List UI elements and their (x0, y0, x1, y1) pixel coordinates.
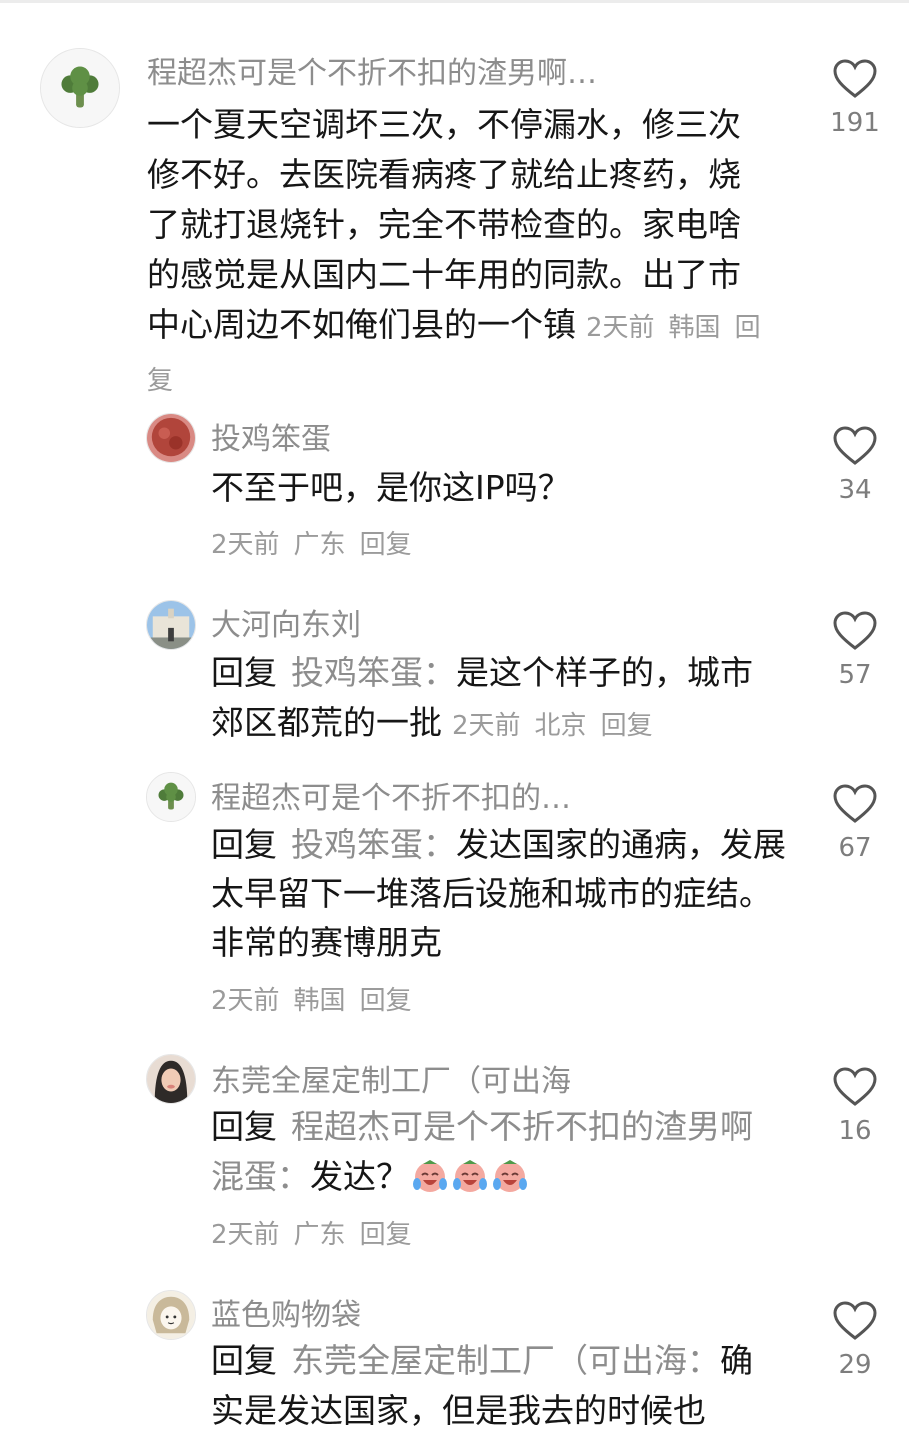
avatar[interactable] (40, 48, 120, 128)
like-count: 16 (838, 1116, 872, 1146)
reply-target-user[interactable]: 投鸡笨蛋： (291, 653, 456, 692)
reply-button[interactable]: 回复 (601, 711, 653, 741)
heart-outline-icon (833, 426, 877, 465)
comment-meta: 2天前 韩国 回复 (211, 980, 426, 1017)
reply-prefix: 回复 (211, 825, 277, 864)
crying-laughing-emoji (453, 1160, 487, 1192)
top-divider (0, 0, 909, 3)
like-button[interactable]: 16 (820, 1066, 890, 1146)
like-button[interactable]: 34 (820, 425, 890, 505)
comment-author[interactable]: 大河向东刘 (211, 600, 361, 644)
reply-prefix: 回复 (211, 1341, 277, 1380)
like-button[interactable]: 57 (820, 610, 890, 690)
heart-outline-icon (833, 59, 877, 98)
avatar[interactable] (146, 413, 196, 463)
comment-meta: 2天前 北京 回复 (452, 711, 667, 741)
reply-button[interactable]: 回复 (360, 530, 412, 560)
comment-meta: 2天前 广东 回复 (211, 1214, 426, 1251)
comment-author[interactable]: 程超杰可是个不折不扣的渣男啊… (147, 48, 597, 92)
like-button[interactable]: 29 (820, 1300, 890, 1380)
crying-laughing-emoji (493, 1160, 527, 1192)
comment-location: 广东 (293, 1220, 346, 1250)
like-count: 191 (830, 108, 880, 138)
comment-text-block: 一个夏天空调坏三次，不停漏水，修三次修不好。去医院看病疼了就给止疼药，烧了就打退… (147, 100, 762, 406)
like-count: 34 (838, 475, 872, 505)
cartoon-girl-avatar (147, 1291, 195, 1339)
like-button[interactable]: 67 (820, 783, 890, 863)
avatar[interactable] (146, 1054, 196, 1104)
comment-location: 韩国 (668, 313, 721, 343)
comment-text-block: 回复 投鸡笨蛋：发达国家的通病，发展太早留下一堆落后设施和城市的症结。非常的赛博朋… (211, 820, 791, 967)
reply-button[interactable]: 回复 (360, 986, 412, 1016)
comment-meta: 2天前 广东 回复 (211, 524, 426, 561)
like-count: 29 (838, 1350, 872, 1380)
comment-location: 广东 (293, 530, 346, 560)
broccoli-icon (41, 49, 119, 127)
comment-time: 2天前 (586, 313, 655, 343)
broccoli-icon (147, 773, 195, 821)
like-count: 67 (838, 833, 872, 863)
like-button[interactable]: 191 (820, 58, 890, 138)
heart-outline-icon (833, 611, 877, 650)
comment-text: 发达？ (310, 1157, 409, 1196)
comment-text-block: 回复 程超杰可是个不折不扣的渣男啊混蛋：发达？ (211, 1102, 771, 1202)
comment-time: 2天前 (211, 1220, 280, 1250)
comment-text: 不至于吧，是你这IP吗？ (211, 468, 571, 507)
comment-time: 2天前 (211, 530, 280, 560)
like-count: 57 (838, 660, 872, 690)
woman-photo-avatar (147, 1055, 195, 1103)
heart-outline-icon (833, 1301, 877, 1340)
reply-target-user[interactable]: 东莞全屋定制工厂（可出海： (291, 1341, 720, 1380)
comment-text-block: 回复 东莞全屋定制工厂（可出海：确实是发达国家，但是我去的时候也 (211, 1336, 781, 1436)
reply-prefix: 回复 (211, 1107, 277, 1146)
crying-laughing-emoji (413, 1160, 447, 1192)
comment-time: 2天前 (211, 986, 280, 1016)
reply-prefix: 回复 (211, 653, 277, 692)
comment-author[interactable]: 程超杰可是个不折不扣的… (211, 773, 571, 817)
avatar[interactable] (146, 600, 196, 650)
comment-text: 一个夏天空调坏三次，不停漏水，修三次修不好。去医院看病疼了就给止疼药，烧了就打退… (147, 105, 741, 344)
comment-text-block: 回复 投鸡笨蛋：是这个样子的，城市郊区都荒的一批 2天前 北京 回复 (211, 648, 771, 751)
avatar[interactable] (146, 1290, 196, 1340)
building-photo-avatar (147, 601, 195, 649)
comment-author[interactable]: 蓝色购物袋 (211, 1290, 361, 1334)
comment-location: 韩国 (293, 986, 346, 1016)
comment-location: 北京 (534, 711, 587, 741)
heart-outline-icon (833, 1067, 877, 1106)
reply-target-user[interactable]: 投鸡笨蛋： (291, 825, 456, 864)
comment-time: 2天前 (452, 711, 521, 741)
reply-button[interactable]: 回复 (360, 1220, 412, 1250)
heart-outline-icon (833, 784, 877, 823)
comment-author[interactable]: 东莞全屋定制工厂（可出海 (211, 1056, 571, 1100)
avatar[interactable] (146, 772, 196, 822)
red-round-avatar (147, 414, 195, 462)
comment-author[interactable]: 投鸡笨蛋 (211, 414, 331, 458)
